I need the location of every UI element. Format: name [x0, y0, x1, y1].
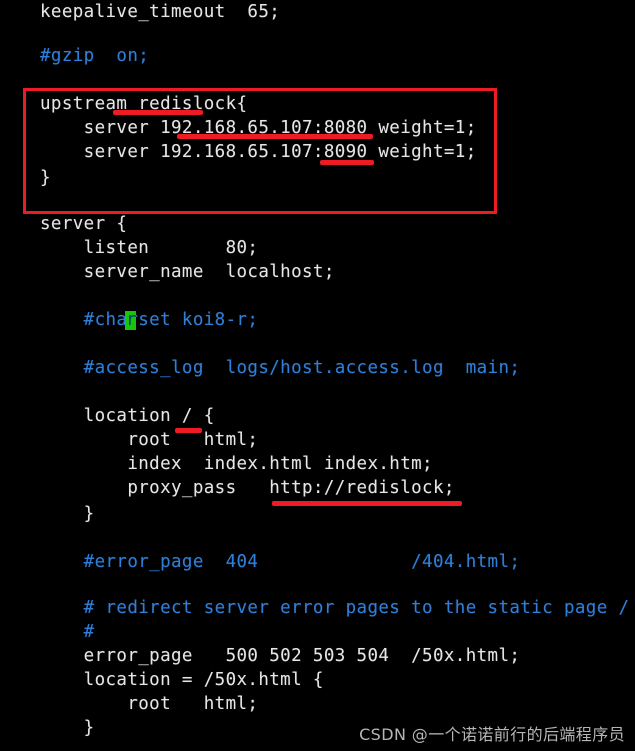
- code-line[interactable]: proxy_pass http://redislock;: [40, 476, 455, 500]
- code-line[interactable]: #charset koi8-r;: [40, 308, 258, 332]
- code-line[interactable]: upstream_redislock{: [40, 92, 247, 116]
- code-line[interactable]: location = /50x.html {: [40, 668, 324, 692]
- code-line[interactable]: root html;: [40, 692, 258, 716]
- code-line[interactable]: }: [40, 502, 95, 526]
- code-line[interactable]: }: [40, 166, 51, 190]
- code-line[interactable]: index index.html index.htm;: [40, 452, 433, 476]
- code-line[interactable]: server {: [40, 212, 127, 236]
- code-line[interactable]: #access_log logs/host.access.log main;: [40, 356, 520, 380]
- csdn-watermark: CSDN @一个诺诺前行的后端程序员: [359, 725, 625, 744]
- code-line[interactable]: # redirect server error pages to the sta…: [40, 596, 629, 620]
- code-line[interactable]: location / {: [40, 404, 215, 428]
- code-line[interactable]: root html;: [40, 428, 258, 452]
- code-line[interactable]: #: [40, 620, 95, 644]
- code-line[interactable]: server_name localhost;: [40, 260, 335, 284]
- text-cursor-character: r: [126, 310, 137, 330]
- code-line[interactable]: }: [40, 716, 95, 740]
- code-line[interactable]: server 192.168.65.107:8080 weight=1;: [40, 116, 477, 140]
- code-line[interactable]: listen 80;: [40, 236, 258, 260]
- code-line[interactable]: #error_page 404 /404.html;: [40, 550, 520, 574]
- screenshot-root: keepalive_timeout 65; #gzip on; upstream_r…: [0, 0, 635, 751]
- code-line[interactable]: keepalive_timeout 65;: [40, 0, 280, 24]
- code-editor-text[interactable]: keepalive_timeout 65; #gzip on; upstream_r…: [0, 0, 635, 751]
- code-line[interactable]: server 192.168.65.107:8090 weight=1;: [40, 140, 477, 164]
- code-line[interactable]: error_page 500 502 503 504 /50x.html;: [40, 644, 520, 668]
- code-line[interactable]: #gzip on;: [40, 44, 149, 68]
